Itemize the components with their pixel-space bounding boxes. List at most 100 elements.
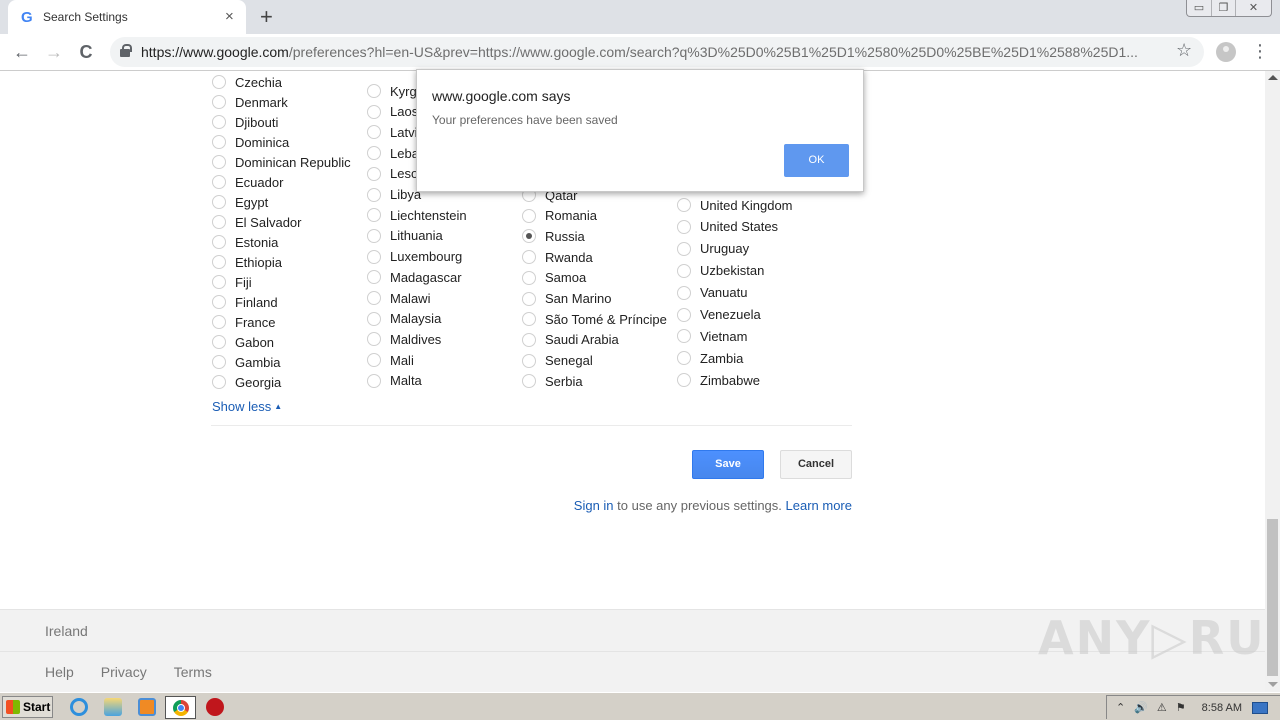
- show-desktop-icon[interactable]: [1252, 701, 1269, 714]
- region-option[interactable]: Senegal: [522, 351, 593, 371]
- region-option[interactable]: Zambia: [677, 348, 743, 368]
- region-option[interactable]: United States: [677, 217, 778, 237]
- radio-unchecked-icon[interactable]: [522, 208, 536, 223]
- radio-unchecked-icon[interactable]: [367, 146, 381, 161]
- network-warning-icon[interactable]: ⚠: [1157, 701, 1167, 714]
- region-option[interactable]: Gabon: [212, 332, 274, 352]
- region-option[interactable]: Libya: [367, 185, 421, 205]
- region-option[interactable]: Uruguay: [677, 239, 749, 259]
- radio-unchecked-icon[interactable]: [212, 335, 226, 349]
- volume-icon[interactable]: 🔊: [1134, 701, 1148, 714]
- region-option[interactable]: Leba: [367, 143, 419, 163]
- region-option[interactable]: Finland: [212, 292, 278, 312]
- radio-unchecked-icon[interactable]: [212, 235, 226, 249]
- radio-unchecked-icon[interactable]: [522, 374, 536, 389]
- footer-link-privacy[interactable]: Privacy: [101, 664, 147, 680]
- region-option[interactable]: Maldives: [367, 329, 441, 349]
- reload-button[interactable]: C: [73, 40, 99, 66]
- radio-unchecked-icon[interactable]: [367, 84, 381, 98]
- region-option[interactable]: San Marino: [522, 289, 611, 309]
- region-option[interactable]: Ecuador: [212, 172, 283, 192]
- radio-unchecked-icon[interactable]: [677, 373, 691, 388]
- radio-unchecked-icon[interactable]: [522, 250, 536, 265]
- radio-unchecked-icon[interactable]: [212, 95, 226, 109]
- radio-unchecked-icon[interactable]: [212, 275, 226, 289]
- region-option[interactable]: Kyrg: [367, 81, 417, 101]
- region-option[interactable]: Rwanda: [522, 247, 593, 267]
- radio-unchecked-icon[interactable]: [677, 219, 691, 234]
- radio-unchecked-icon[interactable]: [212, 375, 226, 389]
- region-option[interactable]: Malta: [367, 371, 422, 391]
- footer-link-help[interactable]: Help: [45, 664, 74, 680]
- radio-unchecked-icon[interactable]: [367, 270, 381, 285]
- footer-link-terms[interactable]: Terms: [174, 664, 212, 680]
- dialog-ok-button[interactable]: OK: [784, 144, 849, 177]
- clock[interactable]: 8:58 AM: [1202, 702, 1242, 714]
- region-option[interactable]: Gambia: [212, 352, 281, 372]
- region-option[interactable]: Denmark: [212, 92, 288, 112]
- region-option[interactable]: Ethiopia: [212, 252, 282, 272]
- scroll-up-arrow-icon[interactable]: [1268, 75, 1278, 80]
- region-option[interactable]: Russia: [522, 226, 585, 246]
- radio-unchecked-icon[interactable]: [522, 332, 536, 347]
- radio-unchecked-icon[interactable]: [367, 228, 381, 243]
- radio-unchecked-icon[interactable]: [367, 291, 381, 305]
- radio-checked-icon[interactable]: [522, 229, 536, 244]
- region-option[interactable]: Estonia: [212, 232, 278, 252]
- region-option[interactable]: Vanuatu: [677, 283, 747, 303]
- file-explorer-icon[interactable]: [104, 698, 122, 716]
- region-option[interactable]: Venezuela: [677, 305, 761, 325]
- internet-explorer-icon[interactable]: [70, 698, 88, 716]
- radio-unchecked-icon[interactable]: [367, 125, 381, 140]
- region-option[interactable]: Vietnam: [677, 326, 747, 346]
- region-option[interactable]: Romania: [522, 206, 597, 226]
- radio-unchecked-icon[interactable]: [212, 215, 226, 229]
- region-option[interactable]: Zimbabwe: [677, 370, 760, 390]
- forward-button[interactable]: →: [41, 40, 67, 66]
- region-option[interactable]: Dominican Republic: [212, 152, 351, 172]
- radio-unchecked-icon[interactable]: [367, 104, 381, 119]
- radio-unchecked-icon[interactable]: [367, 249, 381, 264]
- radio-unchecked-icon[interactable]: [522, 353, 536, 368]
- radio-unchecked-icon[interactable]: [522, 312, 536, 327]
- region-option[interactable]: Samoa: [522, 268, 586, 288]
- window-close-button[interactable]: ✕: [1235, 0, 1271, 16]
- region-option[interactable]: Lithuania: [367, 226, 443, 246]
- region-option[interactable]: Saudi Arabia: [522, 330, 619, 350]
- radio-unchecked-icon[interactable]: [212, 255, 226, 269]
- radio-unchecked-icon[interactable]: [367, 187, 381, 202]
- region-option[interactable]: Fiji: [212, 272, 252, 292]
- tab-search-settings[interactable]: G Search Settings ×: [8, 0, 246, 34]
- region-option[interactable]: Dominica: [212, 132, 289, 152]
- radio-unchecked-icon[interactable]: [212, 195, 226, 209]
- learn-more-link[interactable]: Learn more: [786, 498, 852, 513]
- radio-unchecked-icon[interactable]: [522, 291, 536, 306]
- radio-unchecked-icon[interactable]: [677, 263, 691, 278]
- radio-unchecked-icon[interactable]: [677, 307, 691, 322]
- cancel-button[interactable]: Cancel: [780, 450, 852, 479]
- radio-unchecked-icon[interactable]: [677, 285, 691, 300]
- radio-unchecked-icon[interactable]: [677, 198, 691, 212]
- radio-unchecked-icon[interactable]: [367, 353, 381, 368]
- radio-unchecked-icon[interactable]: [677, 329, 691, 344]
- radio-unchecked-icon[interactable]: [212, 355, 226, 369]
- region-option[interactable]: Leso: [367, 164, 418, 184]
- radio-unchecked-icon[interactable]: [367, 373, 381, 388]
- new-tab-button[interactable]: +: [260, 4, 273, 30]
- radio-unchecked-icon[interactable]: [677, 351, 691, 366]
- region-option[interactable]: El Salvador: [212, 212, 301, 232]
- media-player-icon[interactable]: [138, 698, 156, 716]
- region-option[interactable]: Serbia: [522, 371, 583, 391]
- region-option[interactable]: Malaysia: [367, 309, 441, 329]
- opera-icon[interactable]: [206, 698, 224, 716]
- start-button[interactable]: Start: [2, 696, 53, 718]
- region-option[interactable]: United Kingdom: [677, 195, 793, 215]
- region-option[interactable]: Egypt: [212, 192, 268, 212]
- region-option[interactable]: Djibouti: [212, 112, 278, 132]
- region-option[interactable]: Liechtenstein: [367, 205, 467, 225]
- address-bar[interactable]: https://www.google.com/preferences?hl=en…: [110, 37, 1204, 67]
- radio-unchecked-icon[interactable]: [367, 332, 381, 347]
- radio-unchecked-icon[interactable]: [367, 166, 381, 181]
- page-scrollbar[interactable]: [1265, 71, 1280, 692]
- radio-unchecked-icon[interactable]: [212, 75, 226, 89]
